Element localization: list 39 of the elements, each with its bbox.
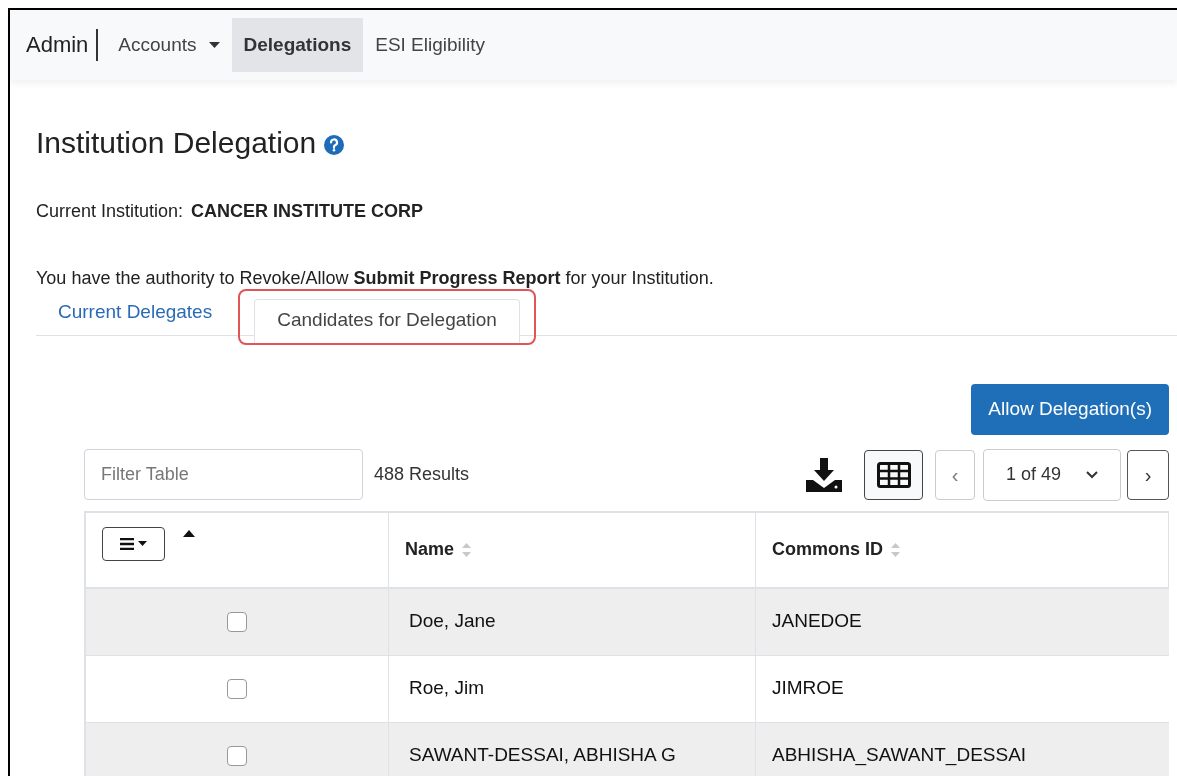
name-cell-text: Doe, Jane: [409, 609, 496, 634]
column-header[interactable]: Name: [405, 536, 455, 563]
help-icon[interactable]: [324, 134, 345, 155]
authority-text: You have the authority to Revoke/Allow Submit Progress Report for your Institution.: [36, 266, 715, 290]
caret-icon: [138, 541, 147, 546]
name-cell-text: SAWANT-DESSAI, ABHISHA G: [409, 743, 676, 768]
chevron-down-icon: [1086, 470, 1098, 479]
column-header[interactable]: Commons ID: [772, 536, 883, 563]
next-page-button[interactable]: ›: [1127, 449, 1169, 500]
page-title: Institution Delegation: [36, 125, 317, 161]
allow-delegation-button[interactable]: Allow Delegation(s): [971, 383, 1169, 435]
previous-page-button[interactable]: ‹: [935, 449, 975, 500]
caret-icon: [208, 42, 220, 48]
page-select[interactable]: 1 of 49: [983, 448, 1121, 501]
nav-item[interactable]: ESI Eligibility: [363, 18, 498, 72]
sort-icon: [462, 542, 472, 557]
institution-name: CANCER INSTITUTE CORP: [191, 199, 424, 223]
row-checkbox[interactable]: [227, 745, 247, 766]
tab[interactable]: Current Delegates: [36, 290, 235, 335]
nav-item[interactable]: Delegations: [231, 18, 364, 72]
commons-id-cell-text: ABHISHA_SAWANT_DESSAI: [772, 743, 1027, 768]
row-menu-button[interactable]: [102, 526, 165, 561]
row-checkbox[interactable]: [227, 611, 247, 632]
nav-item[interactable]: Accounts: [106, 18, 232, 72]
brand-label[interactable]: Admin: [26, 29, 99, 61]
sort-icon: [891, 542, 900, 557]
commons-id-cell-text: JANEDOE: [772, 609, 862, 634]
results-count: 488 Results: [374, 463, 470, 486]
column-toggle-button[interactable]: [864, 449, 923, 500]
download-icon[interactable]: [806, 457, 842, 492]
row-checkbox[interactable]: [227, 678, 247, 699]
table-grid-icon: [876, 461, 911, 488]
tab[interactable]: Candidates for Delegation: [254, 298, 520, 343]
menu-icon: [120, 537, 134, 550]
institution-label: Current Institution:: [36, 199, 184, 223]
sort-ascending-icon[interactable]: [183, 529, 195, 537]
name-cell-text: Roe, Jim: [409, 676, 484, 701]
commons-id-cell-text: JIMROE: [772, 676, 844, 701]
filter-field[interactable]: Filter Table: [84, 449, 363, 500]
